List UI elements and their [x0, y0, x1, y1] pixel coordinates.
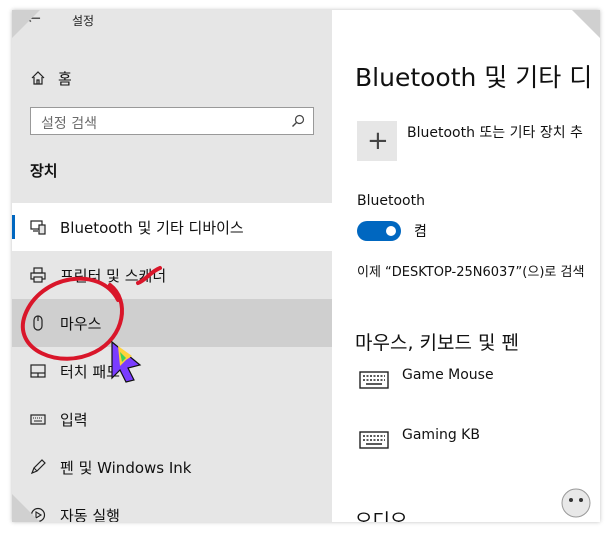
device-name: Gaming KB [402, 427, 480, 443]
section-devices: 장치 [30, 162, 58, 180]
app-title: 설정 [72, 14, 95, 28]
search-placeholder: 설정 검색 [41, 116, 97, 132]
sidebar-item-label: Bluetooth 및 기타 디바이스 [60, 219, 244, 237]
pen-icon [30, 459, 46, 475]
main-content: Bluetooth 및 기타 디 + Bluetooth 또는 기타 장치 추 … [332, 10, 600, 522]
add-device-button[interactable]: + [357, 121, 397, 161]
section-mouse-keyboard-pen: 마우스, 키보드 및 펜 [355, 332, 519, 354]
section-audio: 오디오 [355, 510, 408, 522]
toggle-state: 켬 [414, 224, 427, 240]
sidebar-item-touchpad[interactable]: 터치 패드 [12, 347, 332, 395]
sidebar-item-autoplay[interactable]: 자동 실행 [12, 491, 332, 522]
sidebar-item-label: 입력 [60, 411, 88, 429]
device-item[interactable]: Gaming KB [357, 427, 600, 467]
sidebar-item-bluetooth[interactable]: Bluetooth 및 기타 디바이스 [12, 203, 332, 251]
autoplay-icon [30, 507, 46, 522]
home-label: 홈 [58, 69, 72, 88]
sidebar-item-label: 터치 패드 [60, 363, 120, 381]
home-link[interactable]: 홈 [30, 66, 72, 90]
back-arrow-icon[interactable]: ← [26, 10, 41, 29]
title-bar: ← 설정 [12, 10, 332, 40]
keyboard-icon [359, 371, 389, 389]
page-title: Bluetooth 및 기타 디 [355, 63, 593, 92]
toggle-knob [386, 226, 396, 236]
search-input[interactable]: 설정 검색 [30, 107, 314, 135]
sidebar-item-label: 프린터 및 스캐너 [60, 267, 167, 285]
keyboard-icon [30, 414, 46, 425]
printer-icon [30, 267, 46, 283]
sidebar-item-pen[interactable]: 펜 및 Windows Ink [12, 443, 332, 491]
settings-window: ← 설정 홈 설정 검색 장치 Bluetooth 및 기타 디바이스 프린터 … [12, 10, 600, 522]
sidebar-item-typing[interactable]: 입력 [12, 395, 332, 443]
device-name: Game Mouse [402, 367, 494, 383]
bluetooth-toggle[interactable] [357, 221, 401, 241]
active-indicator [12, 215, 15, 239]
search-icon[interactable] [291, 114, 305, 128]
plus-icon: + [367, 126, 389, 156]
discoverable-text: 이제 “DESKTOP-25N6037”(으)로 검색 [357, 265, 585, 280]
bluetooth-label: Bluetooth [357, 193, 425, 209]
sidebar-item-label: 마우스 [60, 315, 102, 333]
keyboard-icon [359, 431, 389, 449]
sidebar: ← 설정 홈 설정 검색 장치 Bluetooth 및 기타 디바이스 프린터 … [12, 10, 332, 522]
bluetooth-devices-icon [30, 220, 46, 235]
sidebar-item-mouse[interactable]: 마우스 [12, 299, 332, 347]
home-icon [31, 71, 45, 85]
sidebar-item-label: 자동 실행 [60, 507, 120, 522]
add-device-label[interactable]: Bluetooth 또는 기타 장치 추 [407, 122, 583, 142]
sidebar-item-printers[interactable]: 프린터 및 스캐너 [12, 251, 332, 299]
touchpad-icon [30, 364, 46, 378]
sidebar-item-label: 펜 및 Windows Ink [60, 459, 192, 477]
device-item[interactable]: Game Mouse [357, 367, 600, 407]
mouse-icon [33, 315, 43, 331]
